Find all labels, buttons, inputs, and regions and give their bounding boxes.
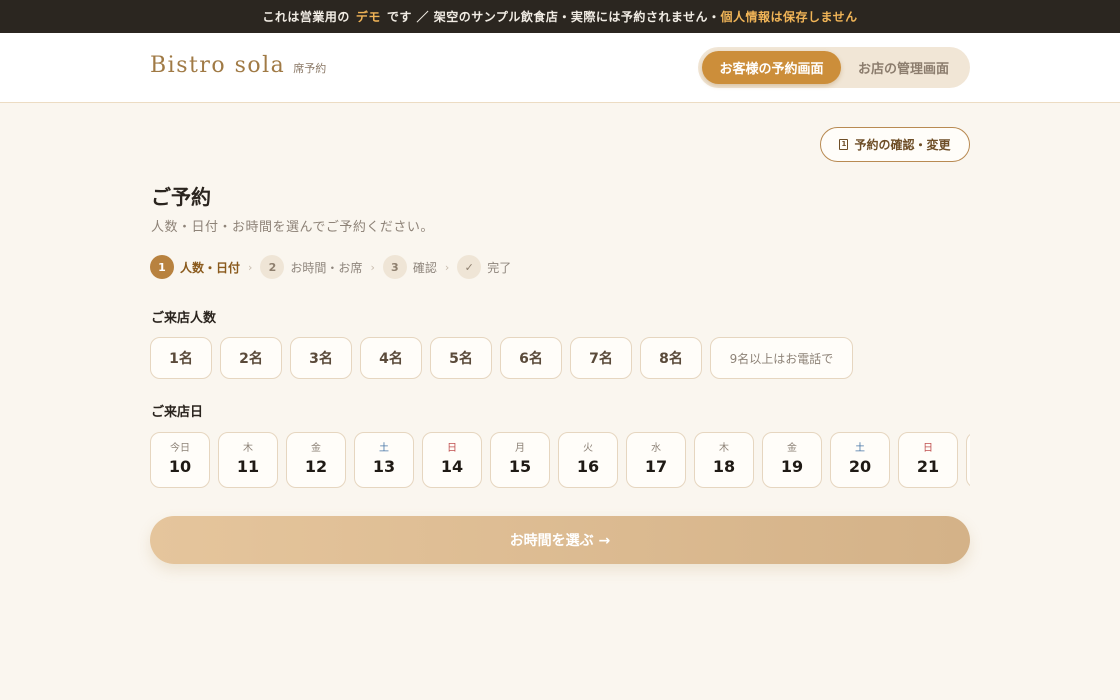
confirm-reservation-label: 予約の確認・変更 [854, 138, 951, 152]
check-icon: ✓ [457, 255, 482, 279]
date-day: 20 [848, 457, 872, 476]
date-day: 13 [372, 457, 396, 476]
logo[interactable]: Bistro sola 席予約 [150, 53, 326, 78]
date-weekday: 今日 [170, 443, 190, 454]
date-strip[interactable]: 今日 10 木 11 金 12 土 13 日 14 月 15 火 16 水 17 [150, 432, 970, 488]
step-number: 3 [382, 255, 407, 279]
step-separator-icon: › [370, 260, 375, 274]
step-3: 3 確認 [382, 255, 437, 279]
date-day: 18 [712, 457, 736, 476]
logo-title: Bistro sola [150, 53, 286, 78]
admin-view-button[interactable]: お店の管理画面 [841, 51, 966, 84]
party-option-7[interactable]: 7名 [570, 337, 632, 379]
next-button[interactable]: お時間を選ぶ → [150, 516, 970, 564]
confirm-reservation-button[interactable]: 1 予約の確認・変更 [820, 127, 970, 162]
document-icon: 1 [839, 139, 849, 150]
date-day: 12 [304, 457, 328, 476]
step-separator-icon: › [444, 260, 450, 274]
step-1: 1 人数・日付 [150, 255, 240, 279]
page-subtitle: 人数・日付・お時間を選んでご予約ください。 [151, 220, 434, 235]
step-label: 人数・日付 [180, 260, 241, 275]
date-option[interactable]: 水 17 [626, 432, 686, 488]
date-day: 19 [780, 457, 804, 476]
party-option-2[interactable]: 2名 [220, 337, 282, 379]
date-day: 17 [644, 457, 668, 476]
demo-banner: これは営業用の デモ です ／ 架空のサンプル飲食店・実際には予約されません・ … [0, 0, 1120, 33]
step-number: 2 [260, 255, 285, 279]
date-option[interactable]: 日 21 [898, 432, 958, 488]
date-day: 11 [236, 457, 260, 476]
party-option-8[interactable]: 8名 [640, 337, 702, 379]
date-weekday: 土 [855, 443, 865, 454]
step-label: お時間・お席 [290, 260, 363, 275]
date-day: 16 [576, 457, 600, 476]
date-weekday: 水 [651, 443, 661, 454]
party-option-1[interactable]: 1名 [150, 337, 212, 379]
date-weekday: 木 [719, 443, 729, 454]
date-weekday: 日 [923, 443, 933, 454]
date-weekday: 木 [243, 443, 253, 454]
step-label: 完了 [487, 260, 512, 275]
date-option[interactable]: 月 15 [490, 432, 550, 488]
date-option[interactable]: 火 16 [558, 432, 618, 488]
view-toggle: お客様の予約画面 お店の管理画面 [698, 47, 970, 88]
banner-demo-highlight: デモ [355, 10, 381, 24]
step-4: ✓ 完了 [457, 255, 511, 279]
date-day: 10 [168, 457, 192, 476]
date-weekday: 金 [311, 443, 321, 454]
visit-date-label: ご来店日 [151, 405, 204, 420]
date-weekday: 金 [787, 443, 797, 454]
date-weekday: 日 [447, 443, 457, 454]
date-weekday: 月 [515, 443, 525, 454]
date-option[interactable]: 日 14 [422, 432, 482, 488]
date-day: 15 [508, 457, 532, 476]
date-option[interactable]: 今日 10 [150, 432, 210, 488]
logo-subtitle: 席予約 [293, 62, 327, 75]
page-title: ご予約 [151, 185, 211, 209]
party-size-label: ご来店人数 [151, 311, 217, 326]
party-option-call[interactable]: 9名以上はお電話で [710, 337, 853, 379]
date-option[interactable]: 木 11 [218, 432, 278, 488]
banner-privacy-highlight: 個人情報は保存しません [720, 10, 858, 24]
party-option-4[interactable]: 4名 [360, 337, 422, 379]
date-option[interactable]: 土 20 [830, 432, 890, 488]
party-option-3[interactable]: 3名 [290, 337, 352, 379]
date-weekday: 土 [379, 443, 389, 454]
step-number: 1 [150, 255, 174, 279]
date-option[interactable] [966, 432, 970, 488]
date-option[interactable]: 土 13 [354, 432, 414, 488]
date-weekday: 火 [583, 443, 593, 454]
customer-view-button[interactable]: お客様の予約画面 [702, 51, 841, 84]
site-header: Bistro sola 席予約 お客様の予約画面 お店の管理画面 [0, 33, 1120, 103]
banner-text: これは営業用の [262, 10, 350, 24]
date-option[interactable]: 金 19 [762, 432, 822, 488]
step-2: 2 お時間・お席 [260, 255, 362, 279]
date-option[interactable]: 木 18 [694, 432, 754, 488]
party-option-5[interactable]: 5名 [430, 337, 492, 379]
party-option-6[interactable]: 6名 [500, 337, 562, 379]
banner-text-2: です ／ 架空のサンプル飲食店・実際には予約されません・ [386, 10, 721, 24]
step-label: 確認 [412, 260, 437, 275]
step-separator-icon: › [248, 260, 253, 274]
step-indicator: 1 人数・日付 › 2 お時間・お席 › 3 確認 › ✓ 完了 [150, 255, 511, 279]
date-day: 21 [916, 457, 940, 476]
party-size-options: 1名 2名 3名 4名 5名 6名 7名 8名 9名以上はお電話で [150, 337, 861, 379]
date-day: 14 [440, 457, 464, 476]
date-option[interactable]: 金 12 [286, 432, 346, 488]
